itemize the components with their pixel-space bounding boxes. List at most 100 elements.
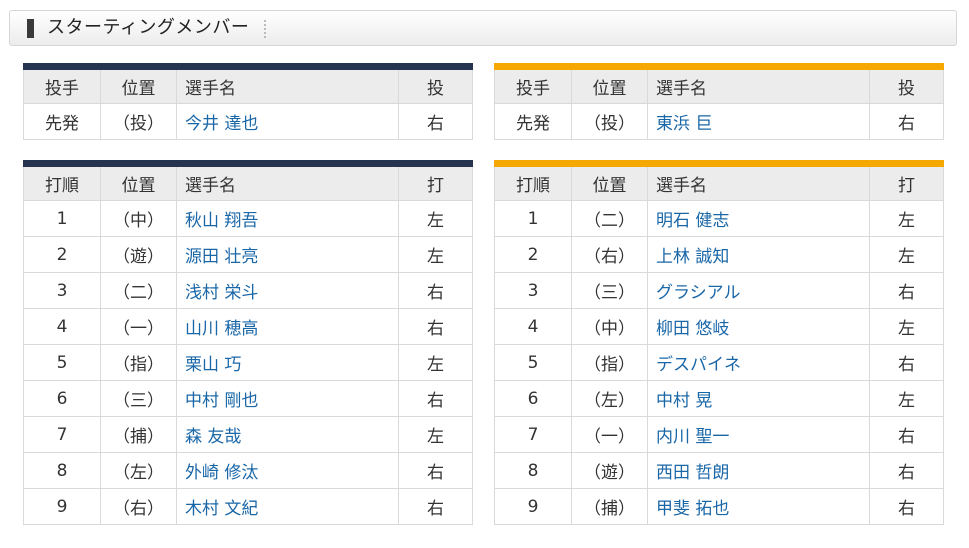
player-link[interactable]: 今井 達也 [176,103,399,140]
player-link[interactable]: 柳田 悠岐 [647,308,870,345]
player-link[interactable]: 森 友哉 [176,416,399,453]
position-cell: （左） [100,452,177,489]
col-header-position: 位置 [100,163,177,201]
col-header-position: 位置 [571,163,648,201]
table-row: 1 （中） 秋山 翔吾左 [23,200,473,237]
player-link[interactable]: 上林 誠知 [647,236,870,273]
table-row: 5 （指） デスパイネ右 [494,344,944,381]
player-link[interactable]: 中村 晃 [647,380,870,417]
col-header-position: 位置 [571,66,648,104]
position-cell: （二） [100,272,177,309]
hand-cell: 左 [398,344,473,381]
player-link[interactable]: 明石 健志 [647,200,870,237]
hand-cell: 右 [398,380,473,417]
position-cell: （投） [100,103,177,140]
player-link[interactable]: 栗山 巧 [176,344,399,381]
player-link[interactable]: 山川 穂高 [176,308,399,345]
grip-icon [264,20,266,38]
starter-label: 先発 [494,103,572,140]
section-header: スターティングメンバー [9,10,957,46]
table-header-row: 打順 位置 選手名 打 [23,163,473,201]
hand-cell: 左 [398,416,473,453]
header-bar-icon [27,19,34,38]
hand-cell: 右 [869,344,944,381]
order-cell: 7 [23,416,101,453]
hand-cell: 右 [869,272,944,309]
player-link[interactable]: 内川 聖一 [647,416,870,453]
order-cell: 6 [494,380,572,417]
starter-label: 先発 [23,103,101,140]
player-link[interactable]: グラシアル [647,272,870,309]
hand-cell: 右 [398,103,473,140]
table-row: 先発 （投） 今井 達也 右 [23,103,473,140]
table-row: 3 （三） グラシアル右 [494,272,944,309]
player-link[interactable]: 東浜 巨 [647,103,870,140]
col-header-order: 打順 [494,163,572,201]
hand-cell: 右 [398,452,473,489]
position-cell: （指） [100,344,177,381]
table-row: 7 （捕）森 友哉左 [23,416,473,453]
table-row: 7 （一） 内川 聖一右 [494,416,944,453]
hand-cell: 左 [869,200,944,237]
hand-cell: 左 [869,308,944,345]
hand-cell: 右 [398,488,473,525]
table-row: 先発 （投） 東浜 巨 右 [494,103,944,140]
section-title: スターティングメンバー [47,17,250,38]
position-cell: （二） [571,200,648,237]
hand-cell: 右 [398,308,473,345]
player-link[interactable]: 西田 哲朗 [647,452,870,489]
player-link[interactable]: 源田 壮亮 [176,236,399,273]
position-cell: （捕） [571,488,648,525]
position-cell: （三） [571,272,648,309]
order-cell: 4 [23,308,101,345]
table-row: 9 （右） 木村 文紀右 [23,488,473,525]
team-b-batter-table: 打順 位置 選手名 打 1 （二） 明石 健志左 2 （右） 上林 誠知左 3 （三） グラ… [494,160,944,525]
hand-cell: 左 [398,236,473,273]
table-row: 8 （左） 外崎 修汰右 [23,452,473,489]
table-row: 6 （左） 中村 晃左 [494,380,944,417]
col-header-throws: 投 [869,66,944,104]
order-cell: 5 [23,344,101,381]
order-cell: 3 [494,272,572,309]
table-row: 2 （遊） 源田 壮亮左 [23,236,473,273]
col-header-pitcher: 投手 [494,66,572,104]
player-link[interactable]: 甲斐 拓也 [647,488,870,525]
table-row: 4 （一） 山川 穂高右 [23,308,473,345]
player-link[interactable]: 中村 剛也 [176,380,399,417]
hand-cell: 左 [869,236,944,273]
table-row: 8 （遊） 西田 哲朗右 [494,452,944,489]
position-cell: （投） [571,103,648,140]
player-link[interactable]: 浅村 栄斗 [176,272,399,309]
position-cell: （右） [100,488,177,525]
col-header-order: 打順 [23,163,101,201]
player-link[interactable]: 秋山 翔吾 [176,200,399,237]
player-link[interactable]: 木村 文紀 [176,488,399,525]
col-header-bats: 打 [398,163,473,201]
order-cell: 6 [23,380,101,417]
position-cell: （右） [571,236,648,273]
position-cell: （中） [571,308,648,345]
player-link[interactable]: 外崎 修汰 [176,452,399,489]
order-cell: 2 [23,236,101,273]
col-header-player: 選手名 [176,66,399,104]
order-cell: 1 [23,200,101,237]
order-cell: 9 [23,488,101,525]
table-row: 5 （指） 栗山 巧左 [23,344,473,381]
table-row: 2 （右） 上林 誠知左 [494,236,944,273]
position-cell: （三） [100,380,177,417]
table-header-row: 投手 位置 選手名 投 [494,66,944,104]
position-cell: （遊） [571,452,648,489]
player-link[interactable]: デスパイネ [647,344,870,381]
position-cell: （遊） [100,236,177,273]
team-a-pitcher-table: 投手 位置 選手名 投 先発 （投） 今井 達也 右 [23,63,473,140]
table-row: 3 （二） 浅村 栄斗右 [23,272,473,309]
order-cell: 3 [23,272,101,309]
col-header-player: 選手名 [176,163,399,201]
order-cell: 8 [494,452,572,489]
position-cell: （捕） [100,416,177,453]
table-row: 6 （三） 中村 剛也右 [23,380,473,417]
order-cell: 9 [494,488,572,525]
order-cell: 5 [494,344,572,381]
col-header-throws: 投 [398,66,473,104]
order-cell: 7 [494,416,572,453]
